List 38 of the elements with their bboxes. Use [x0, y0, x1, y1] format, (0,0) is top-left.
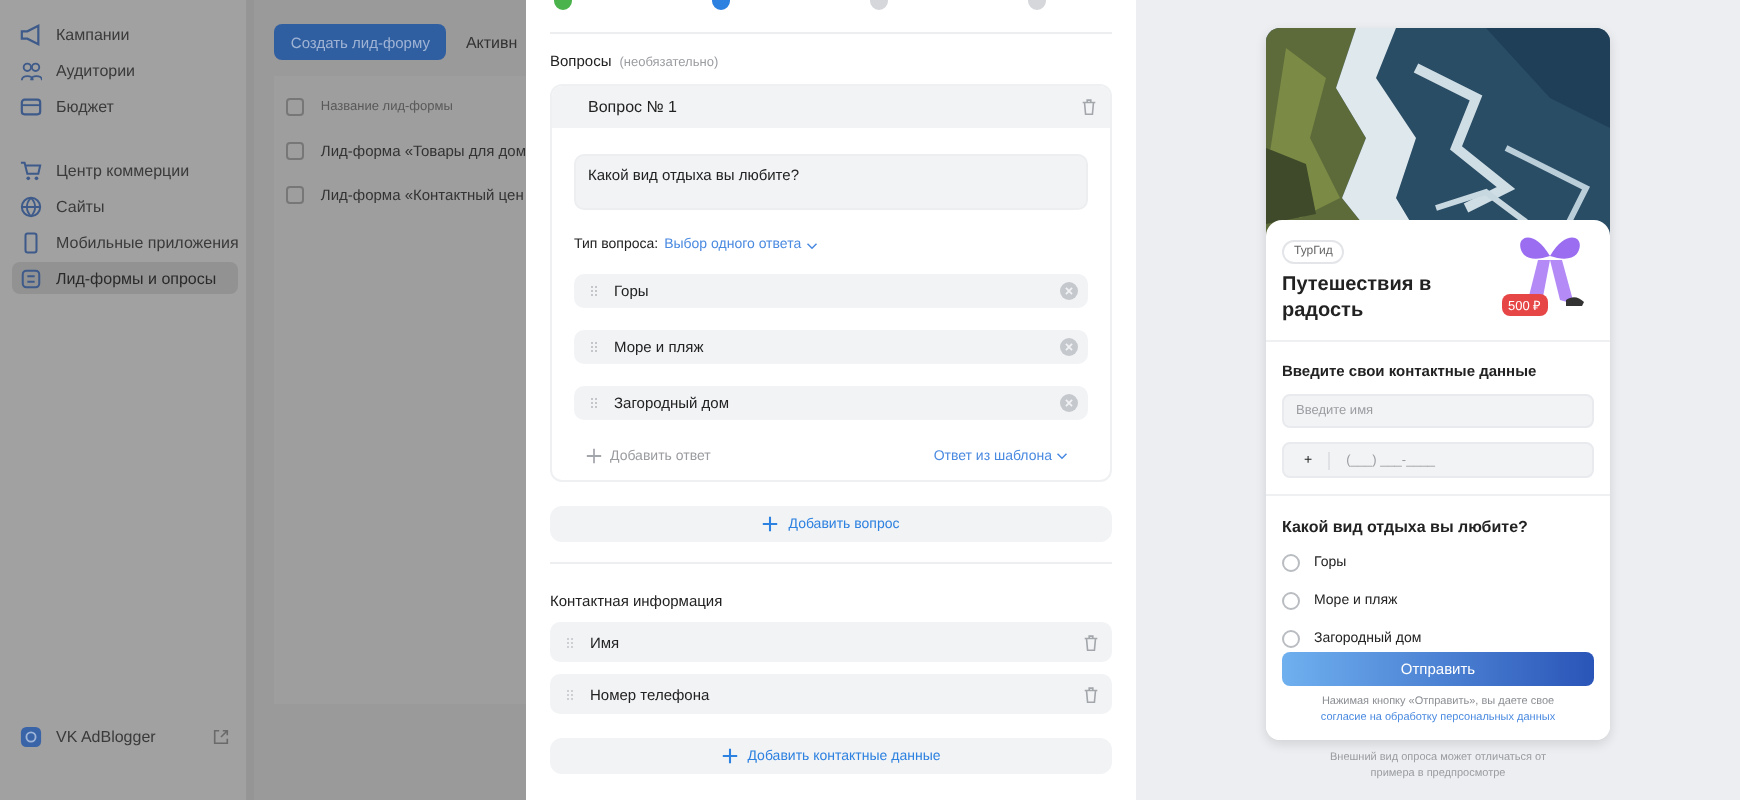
radio-button[interactable]	[1282, 591, 1300, 609]
clear-icon[interactable]	[1060, 394, 1078, 412]
chevron-down-icon	[805, 241, 818, 249]
trash-icon[interactable]	[1082, 685, 1100, 703]
preview-question: Какой вид отдыха вы любите?	[1282, 518, 1530, 536]
checkbox[interactable]	[286, 185, 305, 203]
clear-icon[interactable]	[1060, 282, 1078, 300]
filter-tab[interactable]: Активн	[465, 33, 518, 51]
trash-icon[interactable]	[1080, 98, 1098, 116]
sidebar-item[interactable]: Центр коммерции	[12, 154, 239, 186]
clear-icon[interactable]	[1060, 338, 1078, 356]
sidebar-item[interactable]: Кампании	[12, 18, 239, 50]
chevron-down-icon	[1056, 452, 1068, 460]
plus-icon	[762, 516, 779, 532]
people-icon	[20, 59, 42, 81]
question-title: Вопрос № 1	[588, 98, 677, 116]
phone-icon	[20, 231, 42, 253]
cart-icon	[20, 159, 42, 181]
checkbox[interactable]	[286, 97, 305, 115]
checkbox[interactable]	[286, 141, 305, 159]
sidebar-item[interactable]: Лид-формы и опросы	[12, 262, 239, 294]
sidebar-item[interactable]: Сайты	[12, 190, 239, 222]
preview-headline: Путешествия в радость	[1282, 274, 1434, 324]
globe-icon	[20, 195, 42, 217]
radio-button[interactable]	[1282, 553, 1300, 571]
sidebar-item[interactable]: Мобильные приложения	[12, 226, 239, 258]
sidebar-item[interactable]: Аудитории	[12, 54, 239, 86]
sidebar-item[interactable]: Бюджет	[12, 90, 239, 122]
megaphone-icon	[20, 23, 42, 45]
external-link-icon[interactable]	[212, 728, 231, 746]
sidebar-item[interactable]: VK AdBlogger	[56, 728, 199, 746]
plus-icon	[586, 448, 602, 464]
wallet-icon	[20, 95, 42, 117]
trash-icon[interactable]	[1082, 633, 1100, 651]
app-logo-icon	[20, 726, 42, 748]
plus-icon	[721, 748, 738, 764]
radio-button[interactable]	[1282, 629, 1300, 647]
form-icon	[20, 267, 42, 289]
